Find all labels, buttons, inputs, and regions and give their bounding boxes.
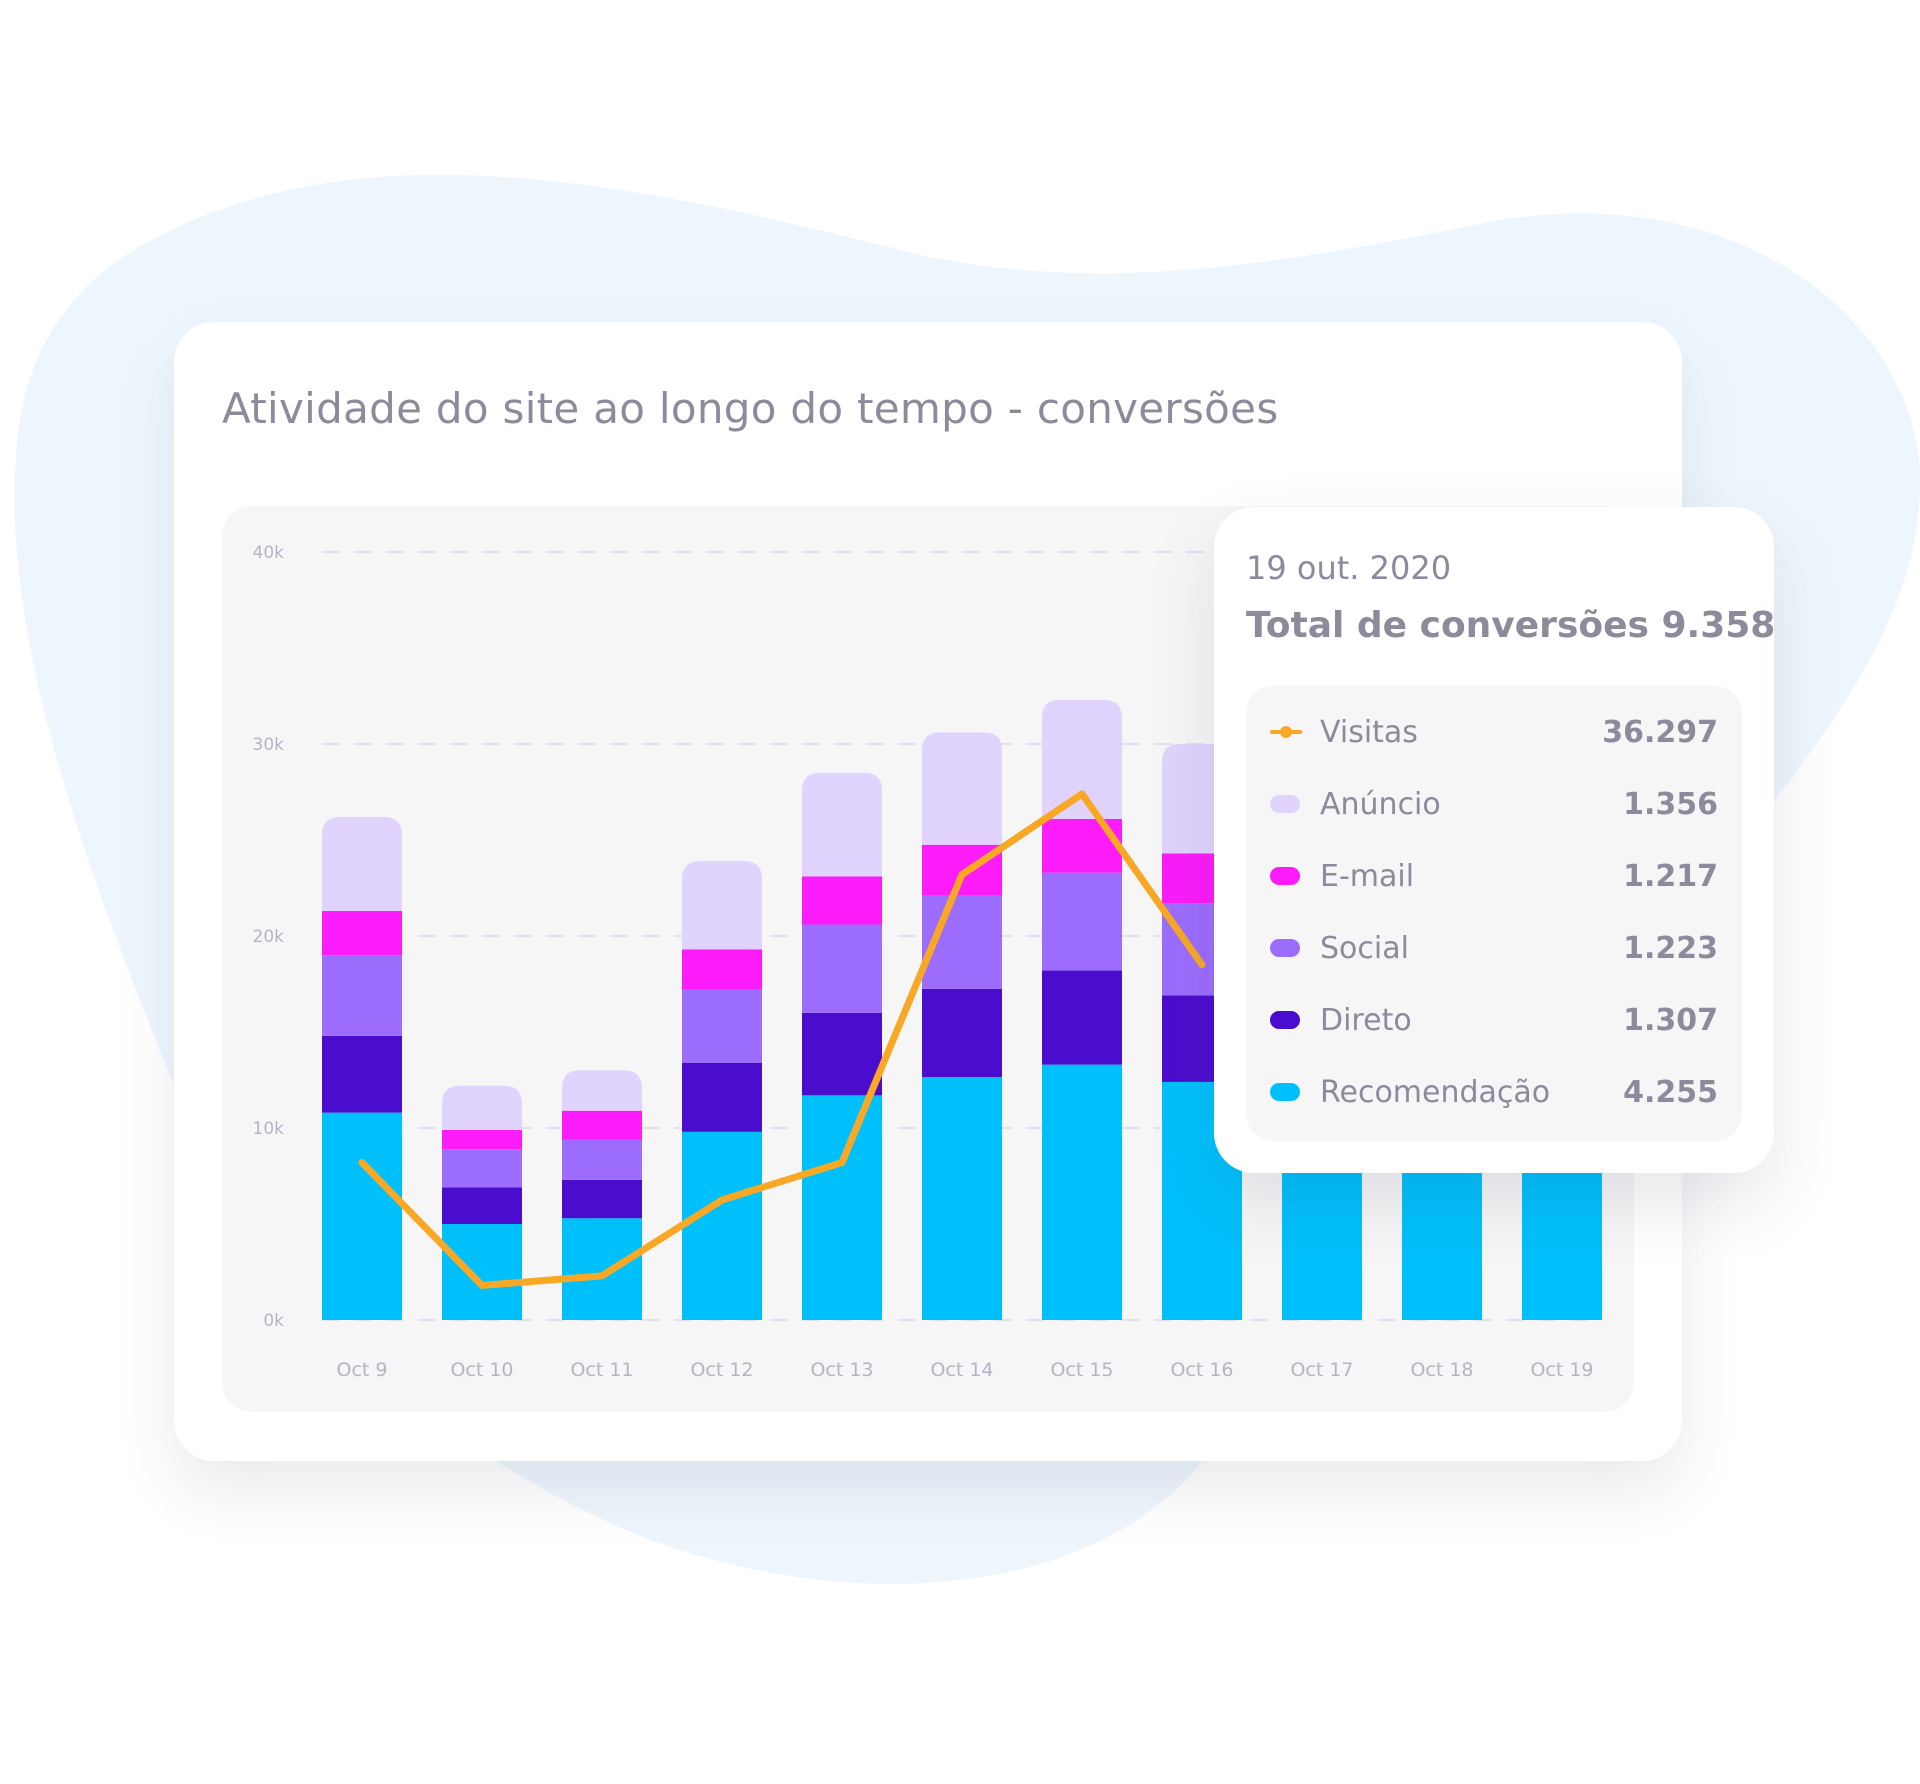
tooltip-legend: Visitas 36.297 Anúncio 1.356 E-mail 1.21… [1246, 686, 1742, 1141]
x-tick-label: Oct 17 [1290, 1359, 1353, 1381]
legend-label: E-mail [1320, 858, 1415, 894]
x-tick-label: Oct 13 [810, 1359, 873, 1381]
bar-segment-social [442, 1149, 522, 1188]
bar-segment-recomendação [682, 1131, 762, 1320]
bar-segment-direto [802, 1012, 882, 1096]
x-tick-label: Oct 19 [1530, 1359, 1593, 1381]
legend-value: 4.255 [1623, 1074, 1718, 1110]
bar-segment-anúncio [442, 1085, 522, 1130]
legend-row-social: Social 1.223 [1270, 923, 1718, 973]
tooltip-date: 19 out. 2020 [1246, 549, 1452, 587]
legend-label: Social [1320, 930, 1409, 966]
y-axis-ticks: 0k 10k 20k 30k 40k [253, 543, 285, 1331]
y-tick-label: 0k [263, 1311, 284, 1331]
legend-value: 1.356 [1623, 786, 1718, 822]
bar-segment-anúncio [922, 732, 1002, 845]
bar-stack [562, 1070, 642, 1320]
chart-title: Atividade do site ao longo do tempo - co… [222, 384, 1279, 433]
bar-stack [682, 861, 762, 1320]
bar-segment-recomendação [802, 1095, 882, 1320]
bar-segment-e-mail [562, 1110, 642, 1140]
swatch-icon [1270, 939, 1300, 957]
bar-segment-social [802, 924, 882, 1013]
x-tick-label: Oct 11 [570, 1359, 633, 1381]
legend-label: Direto [1320, 1002, 1412, 1038]
y-tick-label: 20k [253, 927, 285, 947]
legend-value: 1.223 [1623, 930, 1718, 966]
bar-segment-direto [322, 1035, 402, 1113]
bar-segment-social [562, 1139, 642, 1180]
x-tick-label: Oct 12 [690, 1359, 753, 1381]
x-axis-ticks: Oct 9 Oct 10 Oct 11 Oct 12 Oct 13 Oct 14 Oct 1… [337, 1359, 1594, 1381]
bar-segment-e-mail [442, 1129, 522, 1150]
bar-segment-recomendação [1042, 1064, 1122, 1320]
swatch-icon [1270, 1083, 1300, 1101]
bar-segment-direto [1042, 970, 1122, 1065]
x-tick-label: Oct 18 [1410, 1359, 1473, 1381]
y-tick-label: 10k [253, 1119, 285, 1139]
bar-segment-anúncio [682, 861, 762, 950]
bar-segment-social [1042, 872, 1122, 971]
legend-value: 36.297 [1602, 714, 1718, 750]
tooltip-card: 19 out. 2020 Total de conversões 9.358 V… [1214, 507, 1776, 1173]
legend-value: 1.307 [1623, 1002, 1718, 1038]
legend-label: Recomendação [1320, 1074, 1551, 1110]
line-marker-icon [1270, 723, 1302, 741]
legend-row-visitas: Visitas 36.297 [1270, 707, 1718, 757]
bar-segment-e-mail [322, 911, 402, 956]
x-tick-label: Oct 9 [337, 1359, 388, 1381]
y-tick-label: 30k [253, 735, 285, 755]
swatch-icon [1270, 867, 1300, 885]
legend-row-anuncio: Anúncio 1.356 [1270, 779, 1718, 829]
bar-segment-direto [442, 1187, 522, 1224]
bar-segment-e-mail [682, 949, 762, 990]
bar-segment-e-mail [1042, 818, 1122, 873]
bar-segment-anúncio [1042, 699, 1122, 819]
bar-segment-recomendação [562, 1218, 642, 1320]
bar-segment-anúncio [562, 1070, 642, 1111]
swatch-icon [1270, 1011, 1300, 1029]
y-tick-label: 40k [253, 543, 285, 563]
tooltip-total-conversions: Total de conversões 9.358 [1246, 605, 1776, 646]
bar-segment-social [322, 955, 402, 1036]
bar-segment-recomendação [922, 1077, 1002, 1320]
swatch-icon [1270, 795, 1300, 813]
bar-segment-anúncio [322, 816, 402, 912]
bar-segment-anúncio [802, 772, 882, 877]
x-tick-label: Oct 14 [930, 1359, 993, 1381]
legend-row-email: E-mail 1.217 [1270, 851, 1718, 901]
legend-row-direto: Direto 1.307 [1270, 995, 1718, 1045]
x-tick-label: Oct 16 [1170, 1359, 1233, 1381]
bar-stack [802, 772, 882, 1320]
legend-value: 1.217 [1623, 858, 1718, 894]
legend-label: Visitas [1320, 714, 1418, 750]
x-tick-label: Oct 15 [1050, 1359, 1113, 1381]
bar-segment-recomendação [322, 1112, 402, 1320]
bar-segment-recomendação [442, 1224, 522, 1320]
bar-segment-direto [922, 988, 1002, 1078]
bar-segment-e-mail [802, 876, 882, 925]
x-tick-label: Oct 10 [450, 1359, 513, 1381]
legend-label: Anúncio [1320, 786, 1441, 822]
bar-stack [922, 732, 1002, 1320]
bar-segment-direto [562, 1179, 642, 1219]
bar-stack [322, 816, 402, 1320]
bar-segment-social [682, 989, 762, 1063]
bar-segment-direto [682, 1062, 762, 1132]
legend-row-recomendacao: Recomendação 4.255 [1270, 1067, 1718, 1117]
